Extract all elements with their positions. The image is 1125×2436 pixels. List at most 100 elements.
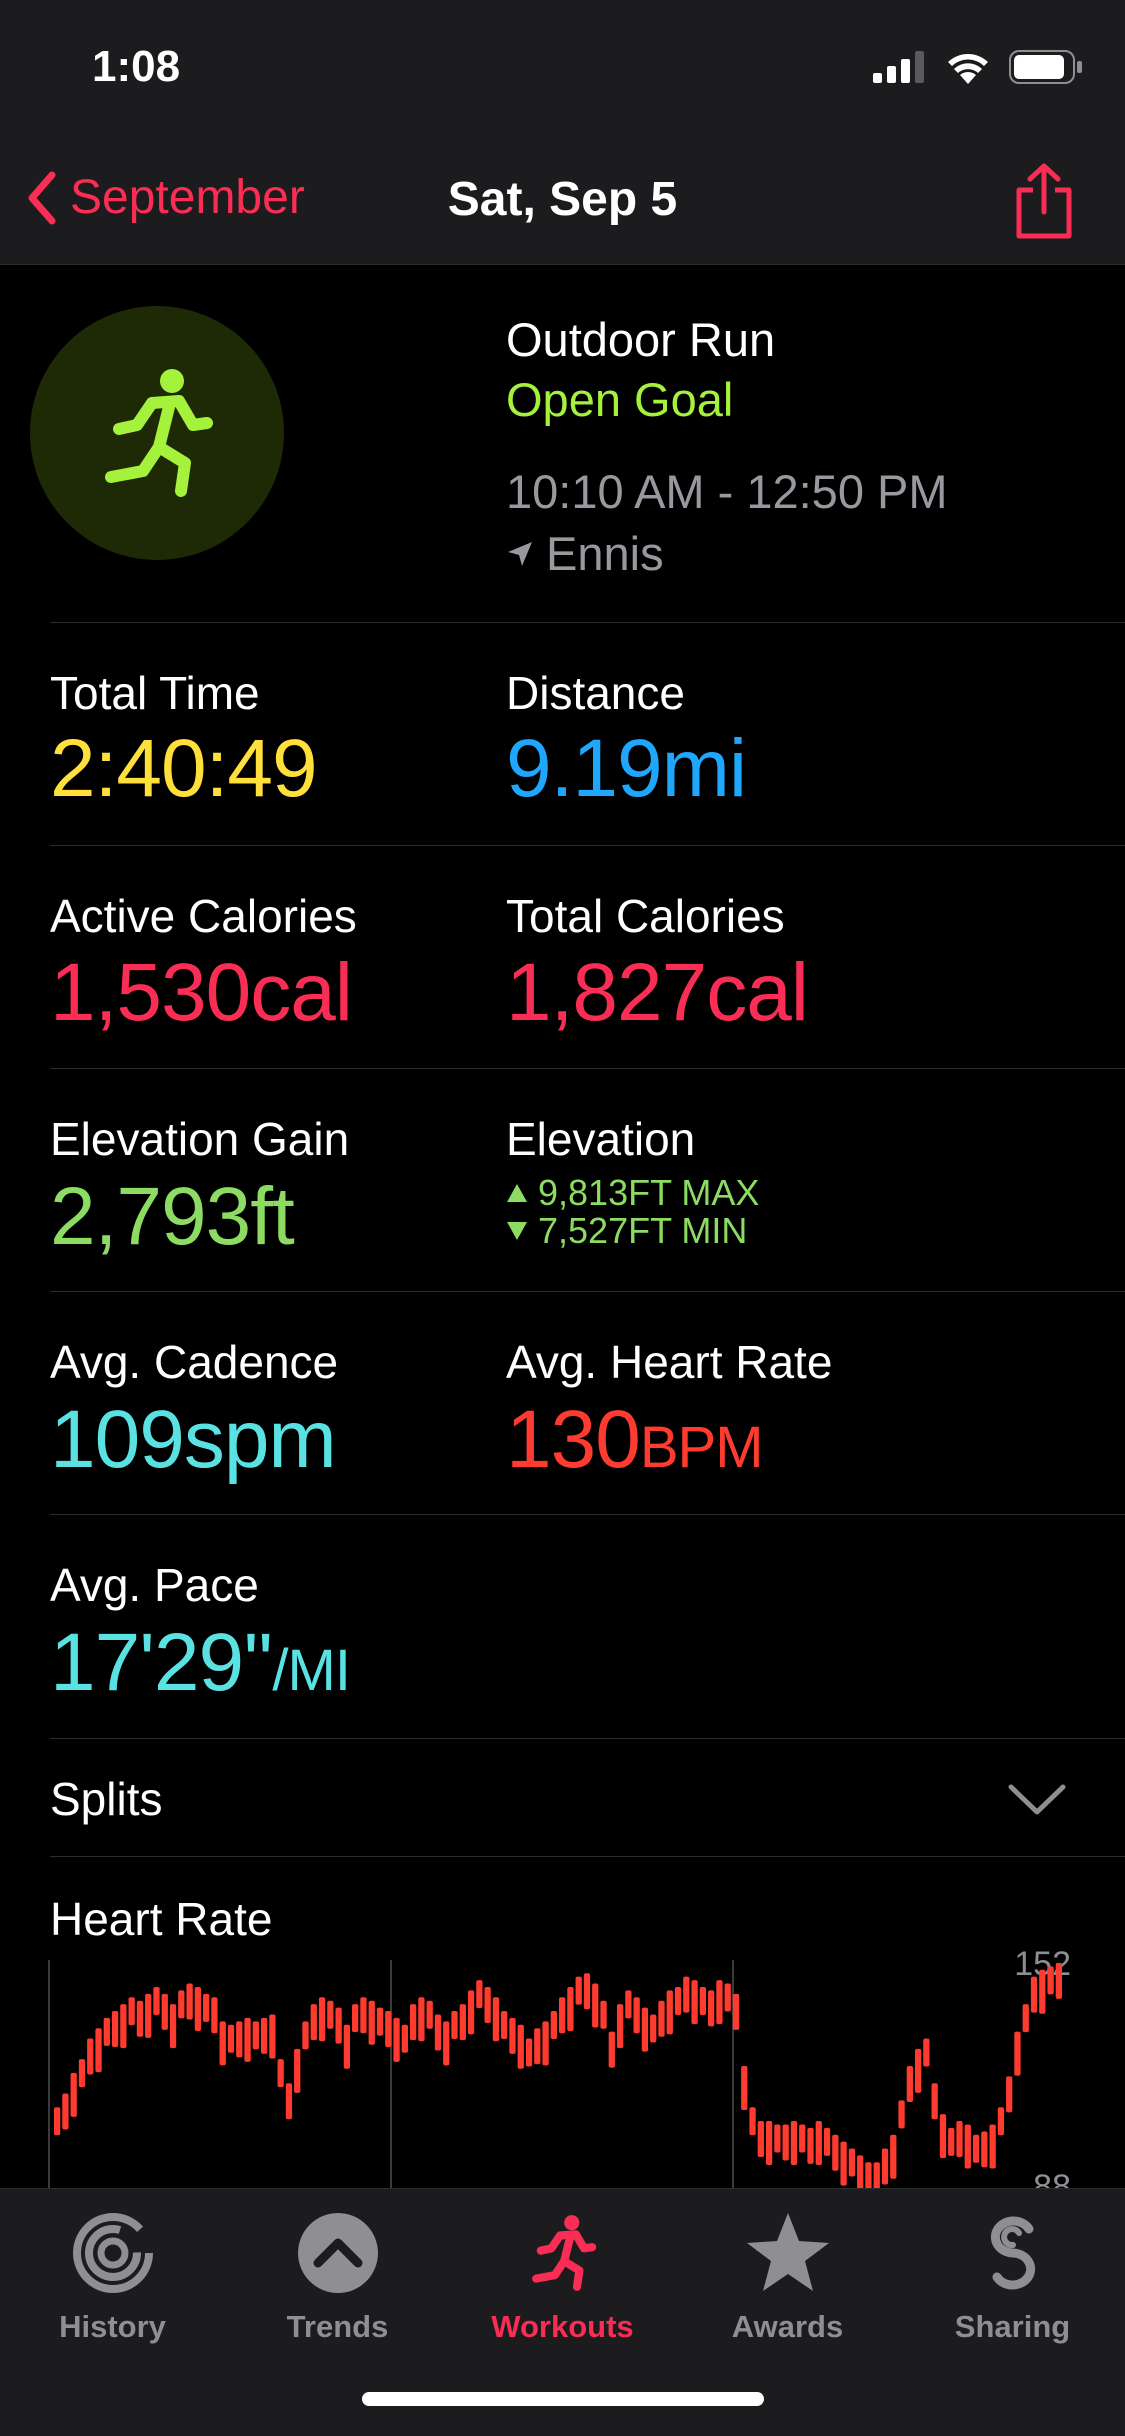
tab-history[interactable]: History [0, 2203, 225, 2345]
share-button[interactable] [1013, 162, 1075, 245]
heart-rate-point [956, 2121, 963, 2157]
heart-rate-point [989, 2124, 996, 2169]
distance-label: Distance [506, 667, 685, 719]
heart-rate-point [277, 2059, 284, 2088]
heart-rate-point [625, 1990, 632, 2019]
home-indicator [362, 2392, 764, 2406]
heart-rate-point [857, 2155, 864, 2190]
elevation-label: Elevation [506, 1113, 696, 1165]
heart-rate-point [211, 1997, 218, 2034]
heart-rate-point [451, 2011, 458, 2039]
heart-rate-point [674, 1986, 682, 2015]
divider [50, 1514, 1125, 1515]
page-title: Sat, Sep 5 [447, 173, 678, 226]
tab-trends[interactable]: Trends [225, 2203, 450, 2345]
heart-rate-point [318, 1997, 326, 2042]
tab-sharing[interactable]: Sharing [900, 2203, 1125, 2345]
heart-rate-point [914, 2048, 922, 2093]
tab-trends-label: Trends [286, 2309, 389, 2344]
heart-rate-point [87, 2038, 94, 2075]
heart-rate-point [501, 2011, 508, 2039]
avg-pace-unit: /MI [272, 1638, 351, 1703]
heart-rate-point [525, 2038, 533, 2067]
avg-cadence-value: 109spm [50, 1394, 337, 1485]
tab-awards-label: Awards [731, 2309, 844, 2344]
cellular-signal-icon [873, 51, 924, 83]
divider [50, 845, 1125, 846]
heart-rate-point [666, 1990, 673, 2035]
heart-rate-point [343, 2024, 351, 2069]
heart-rate-point [70, 2072, 77, 2117]
heart-rate-point [327, 2000, 334, 2029]
heart-rate-point [459, 2004, 466, 2041]
active-calories-value: 1,530cal [50, 947, 353, 1038]
heart-rate-point [575, 1976, 582, 2005]
navigation-bar: September Sat, Sep 5 [0, 140, 1125, 265]
triangle-down-icon [507, 1222, 527, 1240]
chevron-down-icon[interactable] [1007, 1782, 1067, 1818]
heart-rate-point [62, 2093, 69, 2130]
heart-rate-chart [48, 1960, 1078, 2190]
heart-rate-point [426, 2000, 433, 2029]
heart-rate-point [517, 2024, 524, 2069]
divider [50, 1291, 1125, 1292]
status-icons [873, 50, 1083, 84]
heart-rate-point [939, 2114, 947, 2159]
heart-rate-point [923, 2038, 930, 2067]
heart-rate-point [799, 2124, 806, 2153]
heart-rate-point [583, 1973, 591, 2010]
divider [50, 1856, 1125, 1857]
heart-rate-point [95, 2028, 102, 2073]
workout-type-badge [30, 306, 284, 560]
heart-rate-point [724, 1983, 731, 2012]
avg-pace-number: 17'29'' [50, 1617, 273, 1708]
total-calories-value: 1,827cal [506, 947, 809, 1038]
heart-rate-point [401, 2024, 408, 2053]
awards-star-icon [746, 2213, 829, 2291]
heart-rate-point [128, 1997, 135, 2026]
heart-rate-point [881, 2148, 889, 2185]
heart-rate-point [269, 2014, 276, 2059]
heart-rate-point [194, 1986, 202, 2031]
heart-rate-point [815, 2121, 822, 2165]
splits-row[interactable]: Splits [50, 1772, 162, 1826]
heart-rate-point [1039, 1969, 1046, 2014]
running-figure-icon [105, 369, 213, 497]
heart-rate-point [559, 1997, 566, 2034]
heart-rate-point [352, 2004, 359, 2033]
heart-rate-point [691, 1980, 698, 2025]
heart-rate-point [807, 2127, 814, 2164]
heart-rate-point [592, 1983, 599, 2028]
heart-rate-point [492, 1997, 500, 2042]
heart-rate-point [873, 2162, 880, 2190]
tab-workouts[interactable]: Workouts [450, 2203, 675, 2345]
heart-rate-point [294, 2048, 301, 2093]
wifi-icon [948, 54, 988, 84]
heart-rate-point [749, 2107, 756, 2136]
heart-rate-point [542, 2021, 549, 2066]
heart-rate-point [484, 1986, 491, 2023]
tab-sharing-label: Sharing [954, 2309, 1071, 2344]
heart-rate-point [550, 2011, 557, 2039]
heart-rate-point [741, 2066, 748, 2110]
heart-rate-point [244, 2017, 251, 2062]
heart-rate-point [997, 2107, 1005, 2136]
heart-rate-title: Heart Rate [50, 1893, 273, 1945]
elevation-gain-label: Elevation Gain [50, 1113, 350, 1165]
heart-rate-point [600, 2000, 607, 2029]
heart-rate-point [285, 2083, 293, 2120]
heart-rate-point [840, 2141, 847, 2186]
heart-rate-point [732, 1993, 740, 2030]
distance-value: 9.19mi [506, 723, 747, 814]
heart-rate-point [252, 2021, 259, 2050]
heart-rate-point [78, 2059, 86, 2088]
total-calories-label: Total Calories [506, 890, 785, 942]
heart-rate-point [443, 2021, 450, 2066]
tab-awards[interactable]: Awards [675, 2203, 900, 2345]
heart-rate-point [54, 2107, 61, 2136]
heart-rate-point [467, 1990, 475, 2035]
divider [50, 1068, 1125, 1069]
heart-rate-point [476, 1980, 483, 2009]
heart-rate-point [948, 2127, 955, 2156]
location-arrow-icon [508, 541, 532, 566]
